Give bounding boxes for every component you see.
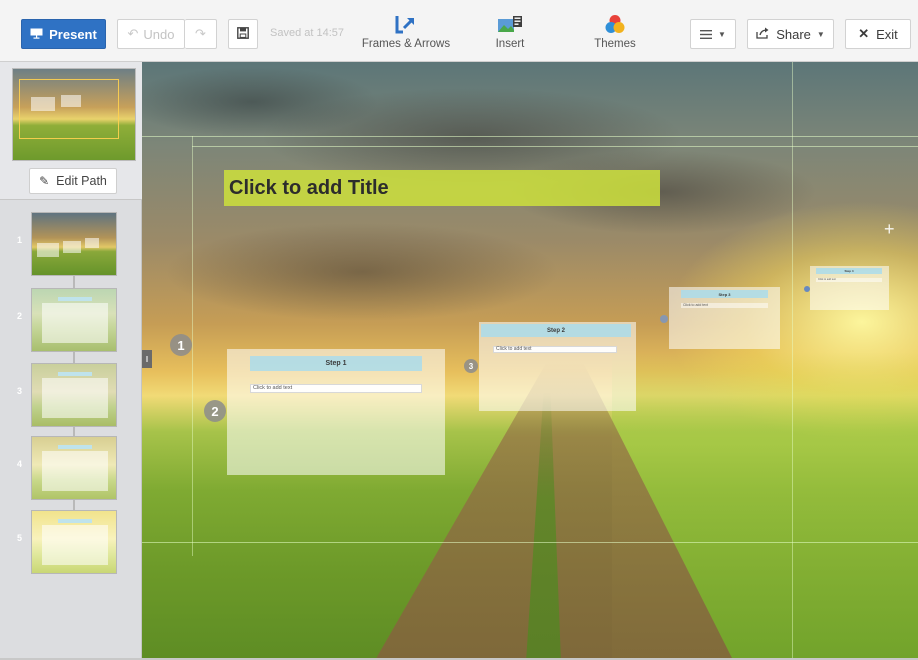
slide-number: 2 xyxy=(17,311,23,321)
guide-line xyxy=(192,136,193,556)
menu-button[interactable]: ▼ xyxy=(690,19,736,49)
insert-icon xyxy=(498,14,522,34)
guide-line xyxy=(792,62,793,658)
save-icon xyxy=(237,26,249,42)
present-icon xyxy=(30,27,43,42)
exit-button[interactable]: ✕ Exit xyxy=(845,19,911,49)
thumb-frame xyxy=(42,378,108,418)
thumb-frame xyxy=(42,303,108,343)
guide-line xyxy=(192,146,918,147)
slide-item-5[interactable]: 5 xyxy=(0,506,142,576)
saved-status: Saved at 14:57 xyxy=(270,27,345,39)
thumb-header xyxy=(58,297,92,301)
pencil-icon: ✎ xyxy=(39,174,50,188)
slide-thumbnail xyxy=(31,510,117,574)
present-button-label: Present xyxy=(49,26,97,42)
frames-arrows-label: Frames & Arrows xyxy=(361,38,451,50)
share-icon xyxy=(756,27,769,42)
frame-header: Step 4 xyxy=(816,268,882,274)
overview-area: ✎ Edit Path xyxy=(0,62,142,200)
redo-button[interactable]: ↷ xyxy=(185,19,217,49)
themes-icon xyxy=(605,14,625,34)
guide-line xyxy=(142,542,918,543)
share-button-label: Share xyxy=(776,26,811,42)
slide-item-2[interactable]: 2 xyxy=(0,284,142,354)
thumb-frame xyxy=(63,241,81,253)
undo-button-label: Undo xyxy=(143,26,175,42)
path-marker[interactable]: 1 xyxy=(170,334,192,356)
chevron-down-icon: ▼ xyxy=(718,29,726,39)
frame-step-2[interactable]: Step 2 Click to add text xyxy=(479,322,636,411)
path-marker-small[interactable] xyxy=(660,315,668,323)
frames-arrows-tool[interactable]: Frames & Arrows xyxy=(360,14,452,54)
frame-text-field[interactable]: Click to add text xyxy=(250,384,422,393)
slide-number: 1 xyxy=(17,235,23,245)
insert-tool[interactable]: Insert xyxy=(486,14,534,54)
share-button[interactable]: Share ▼ xyxy=(747,19,834,49)
edit-path-label: Edit Path xyxy=(56,174,107,188)
frame-text-field[interactable]: Click to add text xyxy=(681,303,768,308)
path-marker[interactable]: 2 xyxy=(204,400,226,422)
redo-icon: ↷ xyxy=(195,26,206,41)
path-marker[interactable]: 3 xyxy=(464,359,478,373)
thumb-header xyxy=(58,519,92,523)
thumb-frame xyxy=(42,451,108,491)
thumb-frame xyxy=(85,238,99,248)
close-icon: ✕ xyxy=(858,26,870,41)
slide-thumbnail xyxy=(31,288,117,352)
slide-thumbnail xyxy=(31,212,117,276)
plus-icon[interactable]: + xyxy=(884,219,895,240)
presentation-canvas[interactable]: Click to add Title 1 2 3 ‖ Step 1 Click … xyxy=(142,62,918,658)
slide-number: 5 xyxy=(17,533,23,543)
save-button[interactable] xyxy=(228,19,258,49)
title-placeholder[interactable]: Click to add Title xyxy=(224,170,660,206)
slide-item-4[interactable]: 4 xyxy=(0,432,142,502)
slide-item-3[interactable]: 3 xyxy=(0,359,142,429)
thumb-header xyxy=(58,445,92,449)
frame-step-3[interactable]: Step 3 Click to add text xyxy=(669,287,780,349)
insert-label: Insert xyxy=(495,38,525,50)
present-button[interactable]: Present xyxy=(21,19,106,49)
thumb-frame xyxy=(42,525,108,565)
slide-thumbnail xyxy=(31,363,117,427)
themes-label: Themes xyxy=(594,38,636,50)
left-sidebar: ✎ Edit Path 1 2 3 4 5 xyxy=(0,62,142,660)
frame-header: Step 2 xyxy=(481,324,631,337)
toolbar: Present ↶ Undo ↷ Saved at 14:57 Frames &… xyxy=(0,0,918,62)
exit-button-label: Exit xyxy=(876,26,898,42)
overview-viewport xyxy=(19,79,119,139)
overview-thumbnail[interactable] xyxy=(12,68,136,161)
undo-icon: ↶ xyxy=(127,26,139,41)
slide-item-1[interactable]: 1 xyxy=(0,208,142,278)
title-placeholder-text: Click to add Title xyxy=(229,177,389,199)
frame-header: Step 1 xyxy=(250,356,422,371)
undo-button[interactable]: ↶ Undo xyxy=(117,19,185,49)
frame-header: Step 3 xyxy=(681,290,768,298)
frame-text-field[interactable]: Click to add text xyxy=(816,278,882,282)
hamburger-icon xyxy=(700,27,713,42)
frame-step-1[interactable]: Step 1 Click to add text xyxy=(227,349,445,475)
share-chevron-down-icon: ▼ xyxy=(816,29,825,39)
thumb-header xyxy=(58,372,92,376)
panel-collapse-handle[interactable]: ‖ xyxy=(142,350,152,368)
frames-arrows-icon xyxy=(395,14,417,34)
guide-line xyxy=(142,136,918,137)
frame-text-field[interactable]: Click to add text xyxy=(493,346,617,353)
slide-number: 4 xyxy=(17,459,23,469)
slides-list: 1 2 3 4 5 xyxy=(0,204,142,660)
frame-step-4[interactable]: Step 4 Click to add text xyxy=(810,266,889,310)
edit-path-button[interactable]: ✎ Edit Path xyxy=(29,168,117,194)
slide-number: 3 xyxy=(17,386,23,396)
slide-thumbnail xyxy=(31,436,117,500)
themes-tool[interactable]: Themes xyxy=(591,14,639,54)
thumb-frame xyxy=(37,243,59,257)
